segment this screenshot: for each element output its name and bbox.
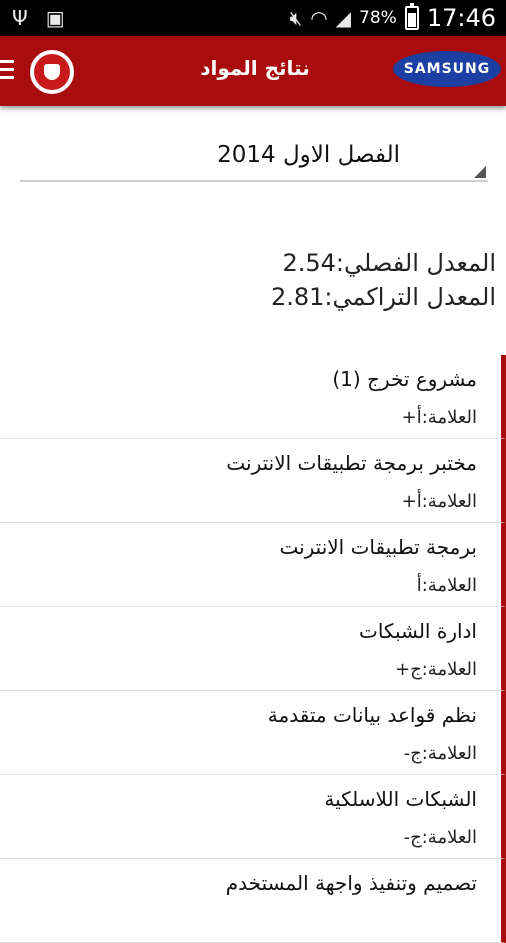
course-name: مختبر برمجة تطبيقات الانترنت (226, 451, 477, 475)
signal-icon: ◢ (335, 6, 352, 30)
course-name: الشبكات اللاسلكية (324, 787, 477, 811)
course-list: مشروع تخرج (1) العلامة:أ+ مختبر برمجة تط… (0, 355, 506, 943)
page-title: نتائج المواد (200, 56, 310, 80)
image-icon: ▣ (45, 6, 65, 30)
brand-logo: SAMSUNG (393, 51, 501, 87)
list-item[interactable]: نظم قواعد بيانات متقدمة العلامة:ج- (0, 691, 506, 775)
semester-gpa: المعدل الفصلي:2.54 (282, 249, 496, 277)
app-logo[interactable] (30, 50, 74, 94)
course-grade: العلامة:أ+ (401, 407, 477, 428)
battery-icon (404, 3, 419, 30)
course-grade: العلامة:أ+ (401, 491, 477, 512)
list-item[interactable]: ادارة الشبكات العلامة:ج+ (0, 607, 506, 691)
course-grade: العلامة:ج- (403, 827, 477, 848)
list-item[interactable]: مشروع تخرج (1) العلامة:أ+ (0, 355, 506, 439)
gpa-summary: المعدل الفصلي:2.54 المعدل التراكمي:2.81 (271, 246, 496, 314)
wifi-icon: ◠ (310, 6, 328, 30)
brand-logo-text: SAMSUNG (403, 61, 491, 77)
course-name: ادارة الشبكات (358, 619, 477, 643)
semester-selected-value: الفصل الاول 2014 (217, 142, 400, 168)
course-grade: العلامة:أ (416, 575, 477, 596)
course-name: مشروع تخرج (1) (332, 367, 477, 391)
semester-dropdown[interactable]: الفصل الاول 2014 (20, 138, 488, 182)
cumulative-gpa: المعدل التراكمي:2.81 (270, 283, 496, 311)
usb-icon: Ψ (12, 6, 28, 30)
list-item[interactable]: الشبكات اللاسلكية العلامة:ج- (0, 775, 506, 859)
list-item[interactable]: برمجة تطبيقات الانترنت العلامة:أ (0, 523, 506, 607)
list-item[interactable]: تصميم وتنفيذ واجهة المستخدم (0, 859, 506, 943)
clock: 17:46 (426, 4, 496, 32)
course-grade: العلامة:ج+ (395, 659, 477, 680)
dropdown-arrow-icon (474, 166, 486, 178)
status-bar: Ψ ▣ 🔇︎ ◠ ◢ 78% 17:46 (0, 0, 506, 36)
list-item[interactable]: مختبر برمجة تطبيقات الانترنت العلامة:أ+ (0, 439, 506, 523)
course-grade: العلامة:ج- (403, 743, 477, 764)
menu-icon[interactable] (0, 60, 14, 80)
course-name: تصميم وتنفيذ واجهة المستخدم (225, 871, 477, 895)
course-name: برمجة تطبيقات الانترنت (279, 535, 477, 559)
mute-icon: 🔇︎ (289, 6, 303, 30)
course-name: نظم قواعد بيانات متقدمة (267, 703, 477, 727)
battery-percent: 78% (359, 8, 397, 28)
app-bar: نتائج المواد SAMSUNG (0, 36, 506, 106)
